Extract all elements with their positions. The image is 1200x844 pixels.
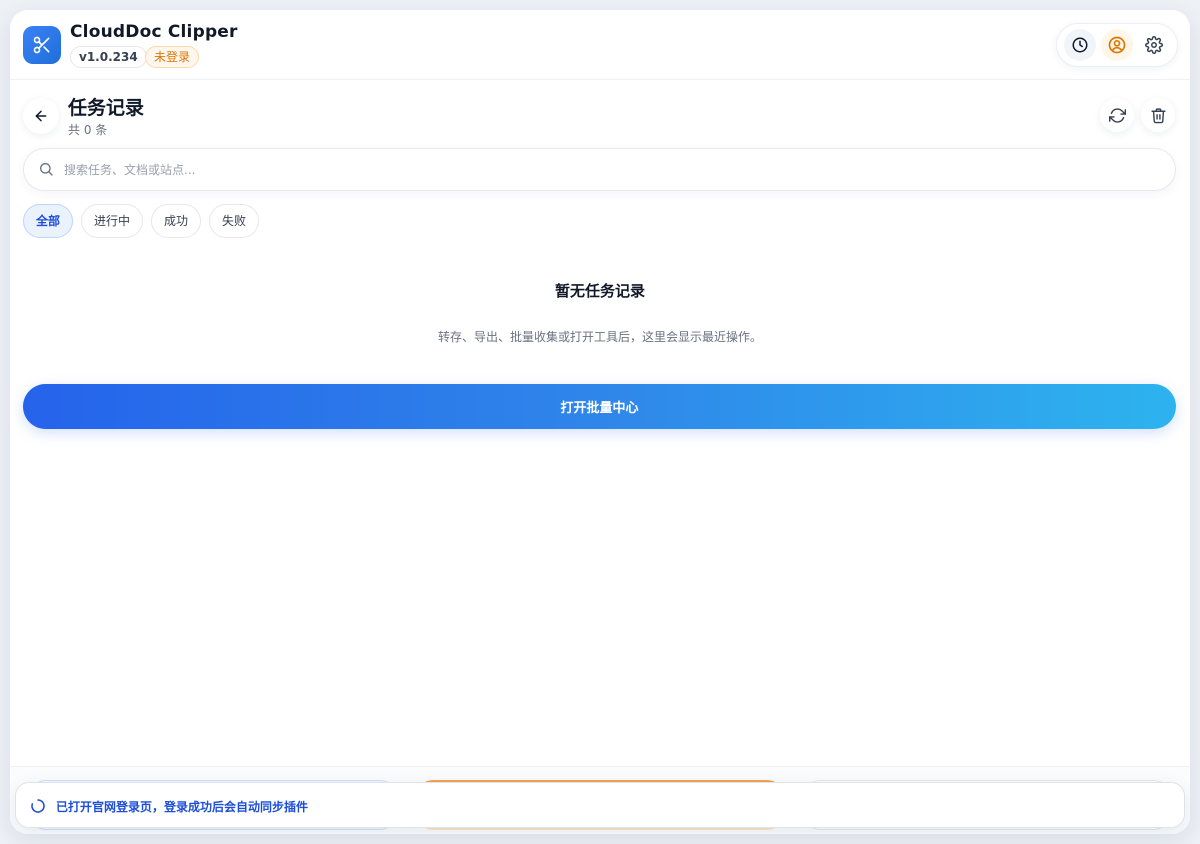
login-status-badge[interactable]: 未登录 [145, 46, 200, 68]
app-title: CloudDoc Clipper [70, 22, 238, 42]
page-title: 任务记录 [68, 97, 145, 119]
toast-message: 已打开官网登录页，登录成功后会自动同步插件 [56, 800, 309, 814]
search-box [23, 148, 1176, 191]
account-button[interactable] [1100, 29, 1133, 61]
clear-records-button[interactable] [1141, 98, 1175, 132]
app-window: CloudDoc Clipper v1.0.234 未登录 任务记录 共 0 条… [10, 10, 1190, 834]
search-icon [38, 161, 56, 179]
trash-icon [1150, 107, 1166, 123]
refresh-button[interactable] [1100, 98, 1134, 132]
spinner-icon [31, 799, 45, 813]
user-circle-icon [1108, 36, 1126, 54]
empty-state-title: 暂无任务记录 [554, 282, 645, 300]
version-badge: v1.0.234 [70, 46, 147, 68]
arrow-left-icon [35, 110, 47, 122]
clock-icon [1072, 37, 1088, 53]
empty-state-description: 转存、导出、批量收集或打开工具后，这里会显示最近操作。 [437, 330, 762, 344]
settings-button[interactable] [1138, 29, 1170, 61]
scissors-icon [23, 26, 61, 64]
search-input[interactable] [64, 149, 1164, 190]
filter-failed[interactable]: 失败 [209, 204, 260, 238]
filter-in-progress[interactable]: 进行中 [81, 204, 144, 238]
back-button[interactable] [23, 98, 59, 134]
gear-icon [1145, 36, 1164, 54]
record-count: 共 0 条 [68, 123, 108, 137]
refresh-icon [1108, 107, 1126, 123]
login-toast: 已打开官网登录页，登录成功后会自动同步插件 [15, 782, 1185, 828]
filter-all[interactable]: 全部 [23, 204, 74, 238]
app-header: CloudDoc Clipper v1.0.234 未登录 [10, 10, 1190, 80]
open-batch-center-button[interactable]: 打开批量中心 [23, 384, 1176, 429]
history-button[interactable] [1063, 29, 1096, 61]
header-actions [1056, 23, 1178, 67]
status-filter-tabs: 全部 进行中 成功 失败 [23, 204, 260, 238]
filter-success[interactable]: 成功 [151, 204, 202, 238]
